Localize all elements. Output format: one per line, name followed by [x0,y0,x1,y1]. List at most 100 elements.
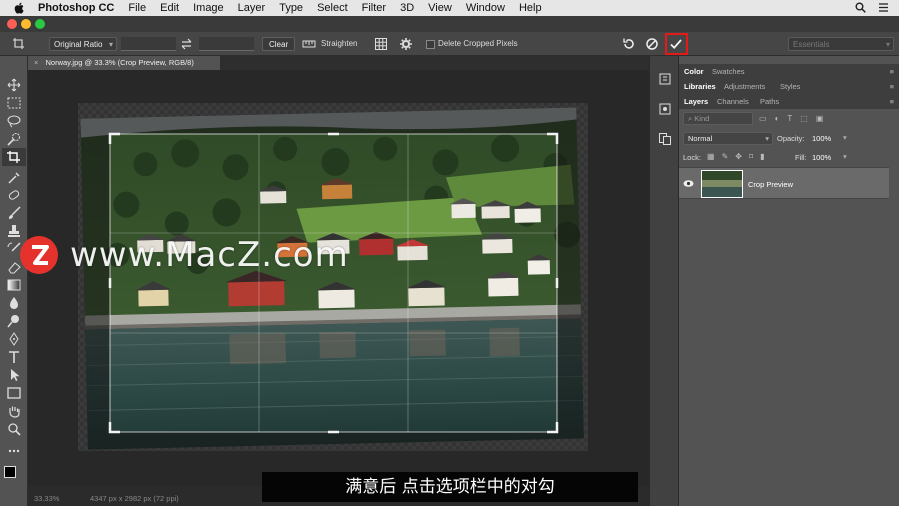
type-filter-icon[interactable]: T [787,114,792,123]
lock-all-icon[interactable]: ▮ [760,152,764,161]
menu-3d[interactable]: 3D [400,2,414,14]
gear-icon[interactable] [399,37,413,51]
adjustment-filter-icon[interactable]: ◐ [775,114,780,123]
blend-mode-dropdown[interactable]: Normal ▾ [683,132,773,145]
gradient-tool-icon[interactable] [6,278,22,292]
crop-tool-preset-icon[interactable] [12,37,28,51]
panels-dock: Color Swatches ≡ Libraries Adjustments S… [679,56,899,506]
chevron-down-icon: ▾ [885,40,890,49]
ratio-dropdown[interactable]: Original Ratio ▾ [49,37,117,51]
chevron-down-icon[interactable]: ▾ [843,133,847,142]
lock-transparent-icon[interactable]: ▦ [707,152,715,161]
libraries-panel-icon[interactable] [658,132,672,146]
properties-panel-icon[interactable] [658,102,672,116]
menu-layer[interactable]: Layer [238,2,266,14]
norway-crop-preview-image[interactable] [28,70,649,486]
menu-file[interactable]: File [128,2,146,14]
shape-filter-icon[interactable]: ⬚ [800,114,808,123]
tab-adjustments[interactable]: Adjustments [724,82,765,91]
image-filter-icon[interactable]: ▭ [759,114,767,123]
menu-edit[interactable]: Edit [160,2,179,14]
zoom-level[interactable]: 33.33% [34,494,59,503]
app-name[interactable]: Photoshop CC [38,2,114,14]
lock-image-icon[interactable]: ✎ [722,152,729,161]
tab-layers[interactable]: Layers [684,97,708,106]
crop-tool-icon[interactable] [6,150,22,164]
menu-image[interactable]: Image [193,2,224,14]
eye-icon[interactable] [683,179,694,188]
tab-styles[interactable]: Styles [780,82,800,91]
path-selection-tool-icon[interactable] [6,368,22,382]
straighten-label[interactable]: Straighten [321,37,357,51]
search-icon: ⌕ [688,114,693,123]
tab-swatches[interactable]: Swatches [712,67,745,76]
delete-cropped-checkbox[interactable] [426,40,435,49]
list-icon[interactable] [878,2,889,13]
search-icon[interactable] [855,2,866,13]
foreground-color-swatch[interactable] [4,466,16,478]
minimize-window-button[interactable] [21,19,31,29]
history-panel-icon[interactable] [658,72,672,86]
lasso-tool-icon[interactable] [6,114,22,128]
straighten-icon[interactable] [302,37,316,51]
menu-select[interactable]: Select [317,2,348,14]
dodge-tool-icon[interactable] [6,314,22,328]
document-tab[interactable]: × Norway.jpg @ 33.3% (Crop Preview, RGB/… [28,56,220,70]
width-input[interactable] [121,37,176,51]
chevron-down-icon: ▾ [108,40,113,49]
close-icon[interactable]: × [34,58,38,67]
zoom-tool-icon[interactable] [6,422,22,436]
swap-arrows-icon[interactable] [180,37,193,51]
marquee-tool-icon[interactable] [6,96,22,110]
blur-tool-icon[interactable] [6,296,22,310]
apple-icon[interactable] [12,2,26,14]
reset-icon[interactable] [622,37,636,51]
kind-filter-dropdown[interactable]: ⌕ Kind [683,112,753,125]
panel-menu-icon[interactable]: ≡ [890,67,894,76]
move-tool-icon[interactable] [6,78,22,92]
subtitle-bar: 满意后 点击选项栏中的对勾 [262,472,638,502]
menu-help[interactable]: Help [519,2,542,14]
fill-value[interactable]: 100% [812,153,831,162]
clear-button[interactable]: Clear [262,37,296,51]
panel-menu-icon[interactable]: ≡ [890,97,894,106]
zoom-window-button[interactable] [35,19,45,29]
height-input[interactable] [199,37,254,51]
tab-color[interactable]: Color [684,67,704,76]
menu-view[interactable]: View [428,2,452,14]
eyedropper-tool-icon[interactable] [6,170,22,184]
healing-brush-tool-icon[interactable] [6,188,22,202]
pen-tool-icon[interactable] [6,332,22,346]
menu-type[interactable]: Type [279,2,303,14]
overlay-grid-icon[interactable] [374,37,388,51]
close-window-button[interactable] [7,19,17,29]
workspace-value: Essentials [793,40,830,49]
panel-icon-strip [649,56,679,506]
brush-tool-icon[interactable] [6,206,22,220]
type-tool-icon[interactable] [6,350,22,364]
cancel-crop-icon[interactable] [645,37,659,51]
panel-menu-icon[interactable]: ≡ [890,82,894,91]
smart-object-filter-icon[interactable]: ▣ [816,114,824,123]
quick-selection-tool-icon[interactable] [6,132,22,146]
tab-channels[interactable]: Channels [717,97,749,106]
menu-filter[interactable]: Filter [362,2,386,14]
tab-paths[interactable]: Paths [760,97,779,106]
workspace-dropdown[interactable]: Essentials ▾ [788,37,894,51]
lock-artboard-icon[interactable]: ⌑ [749,152,753,161]
delete-cropped-label[interactable]: Delete Cropped Pixels [438,37,518,51]
hand-tool-icon[interactable] [6,404,22,418]
layer-thumbnail [701,170,743,198]
more-tools-icon[interactable] [6,444,22,458]
rectangle-tool-icon[interactable] [6,386,22,400]
layer-name[interactable]: Crop Preview [748,180,793,189]
chevron-down-icon[interactable]: ▾ [843,152,847,161]
menu-window[interactable]: Window [466,2,505,14]
layer-filter-icons: ▭ ◐ T ⬚ ▣ [759,114,823,123]
opacity-value[interactable]: 100% [812,134,831,143]
menu-bar-status-icons [855,2,889,13]
tab-libraries[interactable]: Libraries [684,82,716,91]
lock-position-icon[interactable]: ✥ [735,152,742,161]
document-canvas[interactable] [28,70,649,486]
layer-row-crop-preview[interactable]: Crop Preview [679,167,889,199]
